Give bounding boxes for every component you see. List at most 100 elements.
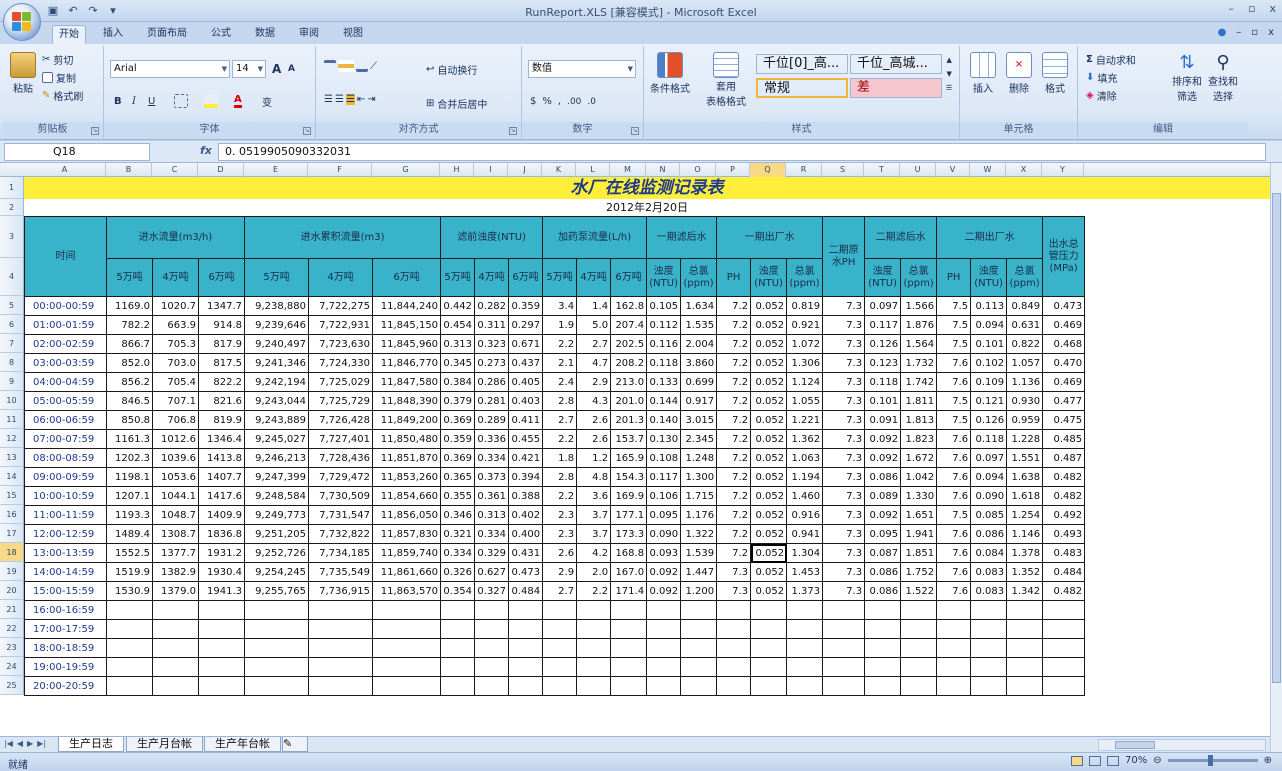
horizontal-scrollbar[interactable]	[1098, 739, 1266, 751]
prev-sheet-icon[interactable]: ◀	[17, 739, 23, 748]
value-cell[interactable]: 782.2	[106, 315, 153, 335]
time-cell[interactable]: 14:00-14:59	[24, 562, 107, 582]
value-cell[interactable]: 1.2	[576, 448, 612, 468]
value-cell[interactable]	[716, 638, 752, 658]
value-cell[interactable]	[152, 638, 199, 658]
value-cell[interactable]	[716, 657, 752, 677]
value-cell[interactable]: 850.8	[106, 410, 153, 430]
value-cell[interactable]: 2.6	[576, 429, 612, 449]
value-cell[interactable]: 0.085	[970, 505, 1008, 525]
value-cell[interactable]: 1417.6	[197, 486, 246, 506]
column-header-o[interactable]: O	[680, 163, 716, 177]
value-cell[interactable]: 1.742	[900, 372, 938, 392]
time-cell[interactable]: 02:00-02:59	[24, 334, 107, 354]
time-cell[interactable]: 01:00-01:59	[24, 315, 107, 335]
value-cell[interactable]: 1048.7	[152, 505, 199, 525]
number-format-select[interactable]: 数值 ▼	[528, 60, 636, 78]
value-cell[interactable]: 1.638	[1006, 467, 1044, 487]
value-cell[interactable]: 7.3	[822, 524, 866, 544]
value-cell[interactable]: 852.0	[106, 353, 153, 373]
value-cell[interactable]: 2.6	[576, 410, 612, 430]
value-cell[interactable]: 0.373	[474, 467, 510, 487]
value-cell[interactable]: 0.097	[864, 296, 902, 316]
value-cell[interactable]	[474, 657, 510, 677]
underline-button[interactable]: U	[148, 96, 155, 107]
value-cell[interactable]: 7.6	[936, 562, 972, 582]
value-cell[interactable]	[440, 657, 476, 677]
value-cell[interactable]: 0.095	[646, 505, 682, 525]
value-cell[interactable]: 0.313	[440, 334, 476, 354]
value-cell[interactable]: 0.473	[1042, 296, 1086, 316]
value-cell[interactable]	[372, 638, 442, 658]
value-cell[interactable]: 7.6	[936, 486, 972, 506]
value-cell[interactable]: 0.326	[440, 562, 476, 582]
column-header-k[interactable]: K	[542, 163, 576, 177]
value-cell[interactable]: 1.300	[680, 467, 718, 487]
value-cell[interactable]: 9,245,027	[244, 429, 310, 449]
value-cell[interactable]: 0.094	[970, 467, 1008, 487]
row-header-21[interactable]: 21	[0, 600, 24, 619]
value-cell[interactable]: 7.6	[936, 429, 972, 449]
header-phase1-outflow[interactable]: 一期出厂水	[716, 216, 824, 259]
cut-button[interactable]: ✂ 剪切	[42, 52, 73, 67]
value-cell[interactable]: 1836.8	[197, 524, 246, 544]
value-cell[interactable]: 1.522	[900, 581, 938, 601]
header-pressure[interactable]: 出水总管压力(MPa)	[1042, 216, 1086, 297]
value-cell[interactable]: 1519.9	[106, 562, 153, 582]
value-cell[interactable]	[440, 619, 476, 639]
value-cell[interactable]: 0.116	[646, 334, 682, 354]
value-cell[interactable]: 0.101	[864, 391, 902, 411]
value-cell[interactable]: 1.063	[786, 448, 824, 468]
value-cell[interactable]: 0.052	[750, 505, 788, 525]
value-cell[interactable]: 0.052	[750, 467, 788, 487]
value-cell[interactable]	[970, 619, 1008, 639]
subheader-p2f-chlorine[interactable]: 总氯(ppm)	[900, 258, 938, 297]
value-cell[interactable]: 1552.5	[106, 543, 153, 563]
value-cell[interactable]: 1044.1	[152, 486, 199, 506]
value-cell[interactable]	[716, 619, 752, 639]
formula-input[interactable]: 0. 0519905090332031	[218, 143, 1266, 161]
value-cell[interactable]: 0.117	[864, 315, 902, 335]
font-name-select[interactable]: Arial ▼	[110, 60, 230, 78]
row-header-25[interactable]: 25	[0, 676, 24, 695]
horizontal-align-buttons[interactable]: ☰ ☰ ☰ ⇤ ⇥	[324, 94, 376, 105]
value-cell[interactable]: 1.221	[786, 410, 824, 430]
column-header-m[interactable]: M	[610, 163, 646, 177]
value-cell[interactable]	[936, 600, 972, 620]
value-cell[interactable]: 3.7	[576, 505, 612, 525]
value-cell[interactable]: 7,736,915	[308, 581, 374, 601]
value-cell[interactable]: 0.485	[1042, 429, 1086, 449]
value-cell[interactable]: 1.254	[1006, 505, 1044, 525]
value-cell[interactable]	[610, 619, 648, 639]
value-cell[interactable]: 705.3	[152, 334, 199, 354]
value-cell[interactable]: 1.823	[900, 429, 938, 449]
row-header-15[interactable]: 15	[0, 486, 24, 505]
value-cell[interactable]: 9,241,346	[244, 353, 310, 373]
value-cell[interactable]: 0.126	[970, 410, 1008, 430]
value-cell[interactable]: 0.118	[970, 429, 1008, 449]
value-cell[interactable]	[716, 676, 752, 696]
value-cell[interactable]: 0.334	[474, 524, 510, 544]
value-cell[interactable]: 2.2	[542, 486, 578, 506]
value-cell[interactable]: 0.083	[970, 562, 1008, 582]
value-cell[interactable]	[440, 600, 476, 620]
value-cell[interactable]: 2.2	[542, 429, 578, 449]
value-cell[interactable]	[1042, 676, 1086, 696]
font-launcher-icon[interactable]: ↘	[303, 127, 311, 135]
subheader-p1o-turbidity[interactable]: 浊度(NTU)	[750, 258, 788, 297]
row-header-17[interactable]: 17	[0, 524, 24, 543]
header-inflow[interactable]: 进水流量(m3/h)	[105, 216, 246, 259]
value-cell[interactable]: 201.3	[610, 410, 648, 430]
value-cell[interactable]: 1198.1	[106, 467, 153, 487]
value-cell[interactable]: 7,731,547	[308, 505, 374, 525]
value-cell[interactable]: 7.3	[822, 296, 866, 316]
value-cell[interactable]: 0.470	[1042, 353, 1086, 373]
value-cell[interactable]: 9,249,773	[244, 505, 310, 525]
value-cell[interactable]: 5.0	[576, 315, 612, 335]
value-cell[interactable]: 0.916	[786, 505, 824, 525]
value-cell[interactable]: 7.3	[822, 467, 866, 487]
value-cell[interactable]: 7.2	[716, 524, 752, 544]
value-cell[interactable]: 0.052	[750, 391, 788, 411]
value-cell[interactable]: 1.042	[900, 467, 938, 487]
time-cell[interactable]: 16:00-16:59	[24, 600, 107, 620]
